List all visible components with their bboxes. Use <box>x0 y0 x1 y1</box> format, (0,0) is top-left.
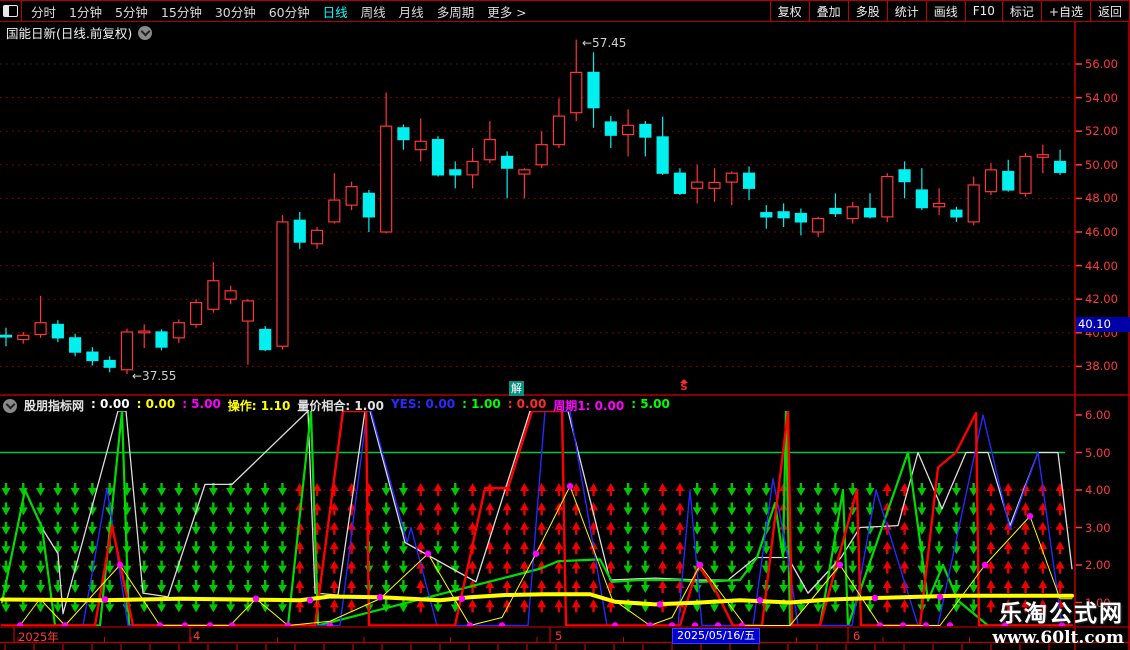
jie-badge[interactable]: 解 <box>509 381 524 396</box>
period-item-1[interactable]: 1分钟 <box>69 2 102 21</box>
indicator-segment-5: 量价相合: 1.00 <box>297 397 384 414</box>
high-annotation: ←57.45 <box>582 36 626 50</box>
indicator-segment-2: : 0.00 <box>137 397 176 414</box>
low-annotation: ←37.55 <box>132 369 176 383</box>
price-axis-label: 44.00 <box>1085 259 1129 273</box>
period-item-7[interactable]: 周线 <box>361 2 386 21</box>
price-axis-label: 42.00 <box>1085 292 1129 306</box>
indicator-axis-label: 6.00 <box>1085 408 1129 422</box>
indicator-axis-label: 4.00 <box>1085 483 1129 497</box>
indicator-segment-0: 股朋指标网 <box>24 397 84 414</box>
toolbar-actions: 复权叠加多股统计画线F10标记+自选返回 <box>770 1 1130 21</box>
watermark: 乐淘公式网 www.60lt.com <box>992 594 1124 648</box>
indicator-segment-10: : 5.00 <box>631 397 670 414</box>
toolbar-button-5[interactable]: F10 <box>965 1 1002 21</box>
period-item-9[interactable]: 多周期 <box>437 2 475 21</box>
layout-icon[interactable] <box>0 1 22 21</box>
indicator-segment-3: : 5.00 <box>182 397 221 414</box>
white-line <box>25 411 1072 614</box>
candlestick-plot[interactable] <box>1 40 1066 374</box>
indicator-axis-label: 2.00 <box>1085 558 1129 572</box>
indicator-chevron-icon[interactable] <box>3 399 17 413</box>
toolbar-button-0[interactable]: 复权 <box>770 1 809 21</box>
x-axis-label: 2025年 <box>18 629 59 645</box>
watermark-url: www.60lt.com <box>992 628 1124 648</box>
indicator-axis-label: 5.00 <box>1085 446 1129 460</box>
period-item-6[interactable]: 日线 <box>323 2 348 21</box>
price-axis-label: 48.00 <box>1085 191 1129 205</box>
sell-signal-marker: S <box>678 379 690 392</box>
app-window: 分时 1分钟 5分钟 15分钟 30分钟 60分钟日线周线月线多周期更多 > 复权叠加多股… <box>0 0 1130 650</box>
period-item-0[interactable]: 分时 <box>31 2 56 21</box>
period-item-10[interactable]: 更多 > <box>487 2 526 21</box>
period-item-4[interactable]: 30分钟 <box>215 2 256 21</box>
period-item-2[interactable]: 5分钟 <box>115 2 148 21</box>
last-price-tag: 40.10 <box>1076 317 1130 332</box>
price-axis-label: 46.00 <box>1085 225 1129 239</box>
toolbar-button-1[interactable]: 叠加 <box>809 1 848 21</box>
cursor-date-tag: 2025/05/16/五 <box>672 628 760 644</box>
title-bar: 国能日新(日线.前复权) <box>6 23 152 42</box>
x-axis-label: 4 <box>193 629 200 643</box>
price-axis-label: 52.00 <box>1085 124 1129 138</box>
indicator-values: 股朋指标网 : 0.00 : 0.00 : 5.00 操作: 1.10 量价相合: 1.0… <box>24 397 670 414</box>
price-axis-label: 56.00 <box>1085 57 1129 71</box>
watermark-site-name: 乐淘公式网 <box>992 594 1124 628</box>
split-view-icon <box>3 5 18 17</box>
main-gridlines <box>0 64 1082 366</box>
indicator-segment-8: : 0.00 <box>508 397 547 414</box>
indicator-lines <box>2 411 1072 629</box>
indicator-segment-6: YES: 0.00 <box>391 397 455 414</box>
indicator-segment-7: : 1.00 <box>462 397 501 414</box>
period-item-5[interactable]: 60分钟 <box>269 2 310 21</box>
indicator-axis-label: 3.00 <box>1085 521 1129 535</box>
toolbar-button-4[interactable]: 画线 <box>926 1 965 21</box>
chart-title: 国能日新(日线.前复权) <box>6 23 132 42</box>
top-toolbar: 分时 1分钟 5分钟 15分钟 30分钟 60分钟日线周线月线多周期更多 > 复权叠加多股… <box>0 0 1130 22</box>
chevron-down-icon[interactable] <box>138 26 152 40</box>
period-menu: 分时 1分钟 5分钟 15分钟 30分钟 60分钟日线周线月线多周期更多 > <box>22 2 770 21</box>
x-axis-label: 5 <box>555 629 562 643</box>
x-axis-label: 6 <box>853 629 860 643</box>
price-axis-label: 50.00 <box>1085 158 1129 172</box>
chart-canvas[interactable] <box>0 0 1130 650</box>
period-item-3[interactable]: 15分钟 <box>161 2 202 21</box>
toolbar-button-6[interactable]: 标记 <box>1002 1 1041 21</box>
price-axis-label: 54.00 <box>1085 91 1129 105</box>
indicator-header: 股朋指标网 : 0.00 : 0.00 : 5.00 操作: 1.10 量价相合: 1.0… <box>3 397 670 414</box>
toolbar-button-8[interactable]: 返回 <box>1090 1 1130 21</box>
indicator-segment-4: 操作: 1.10 <box>228 397 291 414</box>
toolbar-button-2[interactable]: 多股 <box>848 1 887 21</box>
indicator-segment-9: 周期1: 0.00 <box>553 397 624 414</box>
toolbar-button-3[interactable]: 统计 <box>887 1 926 21</box>
period-item-8[interactable]: 月线 <box>399 2 424 21</box>
price-axis-label: 38.00 <box>1085 359 1129 373</box>
toolbar-button-7[interactable]: +自选 <box>1041 1 1090 21</box>
indicator-segment-1: : 0.00 <box>91 397 130 414</box>
